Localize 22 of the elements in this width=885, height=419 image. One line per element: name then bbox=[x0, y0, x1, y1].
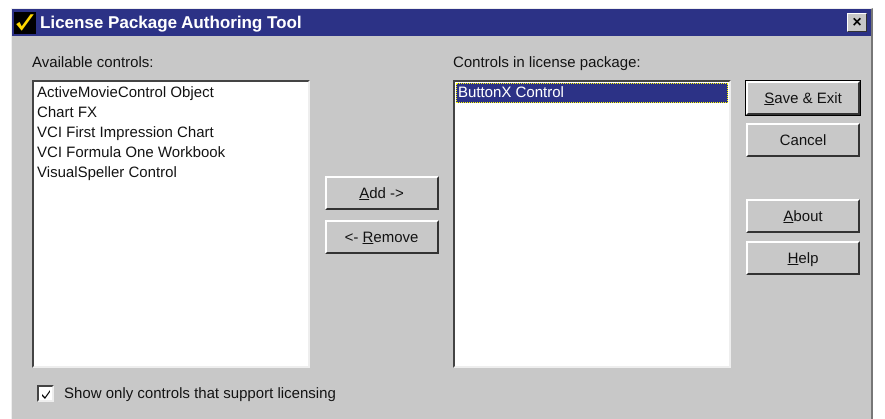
checkbox-label: Show only controls that support licensing bbox=[64, 385, 336, 402]
list-item[interactable]: ActiveMovieControl Object bbox=[35, 83, 307, 103]
list-item[interactable]: Chart FX bbox=[35, 103, 307, 123]
dialog-button[interactable]: Help bbox=[746, 241, 860, 275]
dialog-button[interactable]: About bbox=[746, 199, 860, 233]
dialog-button[interactable]: Cancel bbox=[746, 123, 860, 157]
list-label: Available controls: bbox=[32, 54, 154, 73]
close-button[interactable]: × bbox=[847, 13, 867, 32]
dialog-button[interactable]: Save & Exit bbox=[746, 81, 860, 115]
package-list[interactable]: ButtonX Control bbox=[453, 80, 731, 368]
checkmark-icon bbox=[14, 12, 36, 34]
list-label: Controls in license package: bbox=[453, 54, 642, 73]
window-title: License Package Authoring Tool bbox=[40, 12, 303, 32]
list-item[interactable]: VCI Formula One Workbook bbox=[35, 143, 307, 163]
move-button[interactable]: <- Remove bbox=[324, 220, 438, 254]
list-item[interactable]: VCI First Impression Chart bbox=[35, 123, 307, 143]
list-item[interactable]: VisualSpeller Control bbox=[35, 163, 307, 183]
move-button[interactable]: Add -> bbox=[324, 176, 438, 210]
checkmark-icon bbox=[40, 388, 50, 398]
checkbox[interactable] bbox=[37, 385, 54, 402]
list-item[interactable]: ButtonX Control bbox=[456, 83, 728, 103]
available-list[interactable]: ActiveMovieControl Object Chart FX VCI First Impression Chart VCI Formula One Workbook VisualSpeller Control bbox=[32, 80, 310, 368]
